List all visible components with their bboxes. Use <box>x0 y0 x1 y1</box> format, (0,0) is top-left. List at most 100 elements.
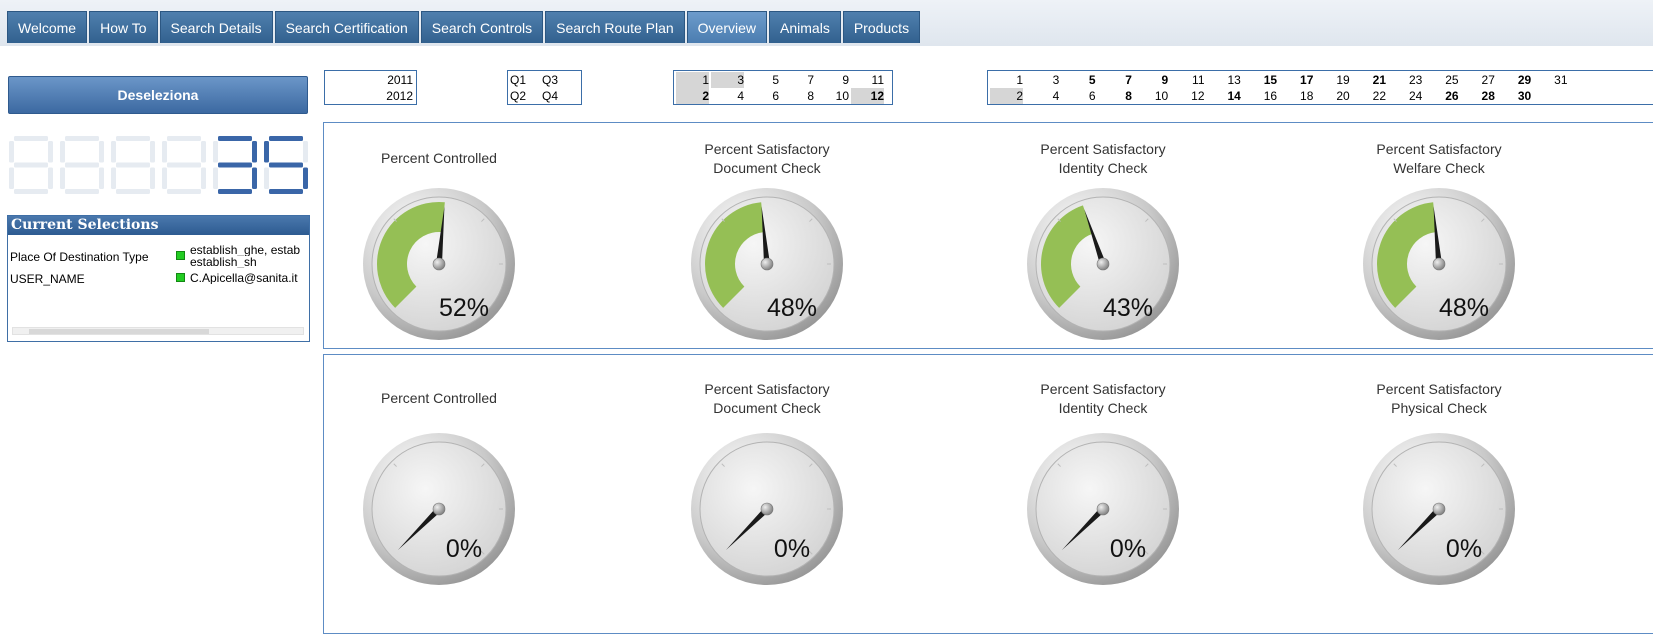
counter-digit <box>264 136 308 194</box>
year-item[interactable]: 2011 <box>325 72 413 88</box>
day-item[interactable]: 25 <box>1426 72 1458 88</box>
day-item[interactable]: 22 <box>1353 88 1386 104</box>
gauge-hub <box>432 502 446 516</box>
quarter-item[interactable]: Q2 <box>510 88 538 104</box>
selection-state-indicator <box>176 273 185 282</box>
tab-search-certification[interactable]: Search Certification <box>274 11 419 43</box>
horizontal-scrollbar[interactable] <box>12 327 304 335</box>
day-item[interactable]: 16 <box>1244 88 1277 104</box>
gauge-panel-top: Percent Controlled 52% Percent Satisfacto… <box>323 122 1653 349</box>
gauge-title-line: Percent Satisfactory <box>1376 381 1502 397</box>
month-item[interactable]: 2 <box>676 88 709 104</box>
gauge-hub <box>760 257 774 271</box>
selection-value: establish_sh <box>190 256 257 268</box>
day-item[interactable]: 4 <box>1026 88 1060 104</box>
month-item[interactable]: 4 <box>711 88 744 104</box>
deselect-button[interactable]: Deseleziona <box>8 76 308 114</box>
gauge-hub <box>1096 257 1110 271</box>
day-item[interactable]: 15 <box>1244 72 1277 88</box>
day-item[interactable]: 7 <box>1099 72 1132 88</box>
month-item[interactable]: 5 <box>746 72 779 88</box>
gauge-panel-bottom: Percent Controlled 0% Percent Satisfactor… <box>323 354 1653 634</box>
tab-search-controls[interactable]: Search Controls <box>420 11 544 43</box>
gauge-title: Percent Satisfactory Physical Check <box>1324 380 1554 418</box>
day-item[interactable]: 14 <box>1208 88 1240 104</box>
tab-how-to[interactable]: How To <box>89 11 158 43</box>
gauge-value-label: 43% <box>1102 294 1154 322</box>
month-item[interactable]: 9 <box>816 72 849 88</box>
month-item[interactable]: 7 <box>781 72 814 88</box>
day-item[interactable]: 23 <box>1389 72 1422 88</box>
month-listbox[interactable]: 1 3 5 7 9 11 2 4 6 8 10 12 <box>673 70 893 105</box>
day-item[interactable]: 29 <box>1498 72 1531 88</box>
day-item[interactable]: 9 <box>1135 72 1169 88</box>
gauge-value-label: 0% <box>773 535 811 563</box>
gauge-title-line: Percent Satisfactory <box>1376 141 1502 157</box>
counter-digit <box>9 136 53 194</box>
year-item[interactable]: 2012 <box>325 88 413 104</box>
day-item[interactable]: 20 <box>1317 88 1349 104</box>
selection-value: establish_ghe, estab <box>190 244 301 256</box>
day-item[interactable]: 2 <box>990 88 1023 104</box>
gauge-title: Percent Controlled <box>324 389 554 408</box>
day-item[interactable]: 10 <box>1135 88 1168 104</box>
quarter-item[interactable]: Q4 <box>542 88 570 104</box>
month-item[interactable]: 10 <box>816 88 849 104</box>
day-item[interactable]: 1 <box>990 72 1023 88</box>
gauge-title-line: Document Check <box>713 160 821 176</box>
day-item[interactable]: 31 <box>1535 72 1567 88</box>
month-item[interactable]: 8 <box>781 88 814 104</box>
gauge-title-line: Percent Satisfactory <box>704 381 830 397</box>
gauge-title: Percent Satisfactory Identity Check <box>988 380 1218 418</box>
day-item[interactable]: 18 <box>1280 88 1313 104</box>
day-item[interactable]: 11 <box>1172 72 1204 88</box>
day-item[interactable]: 17 <box>1280 72 1313 88</box>
counter-digit <box>162 136 206 194</box>
quarter-listbox[interactable]: Q1 Q3 Q2 Q4 <box>507 70 582 105</box>
tab-welcome[interactable]: Welcome <box>7 11 88 43</box>
tab-search-details[interactable]: Search Details <box>159 11 273 43</box>
gauge-value-label: 48% <box>1438 294 1490 322</box>
day-item[interactable]: 24 <box>1389 88 1422 104</box>
scrollbar-thumb[interactable] <box>29 329 209 334</box>
month-item[interactable]: 6 <box>746 88 779 104</box>
day-item[interactable]: 5 <box>1063 72 1096 88</box>
month-item[interactable]: 11 <box>851 72 884 88</box>
month-item[interactable]: 1 <box>676 72 709 88</box>
selection-state-indicator <box>176 251 185 260</box>
gauge-hub <box>760 502 774 516</box>
gauge-title: Percent Satisfactory Document Check <box>652 140 882 178</box>
gauge-hub <box>1432 257 1446 271</box>
day-item[interactable]: 13 <box>1208 72 1240 88</box>
tab-products[interactable]: Products <box>842 11 921 43</box>
tab-overview[interactable]: Overview <box>686 11 768 43</box>
gauge-title-line: Identity Check <box>1058 160 1148 176</box>
day-item[interactable]: 27 <box>1462 72 1495 88</box>
tab-animals[interactable]: Animals <box>769 11 841 43</box>
day-item[interactable]: 30 <box>1498 88 1531 104</box>
gauge-value-label: 0% <box>1445 535 1483 563</box>
day-item[interactable]: 8 <box>1099 88 1132 104</box>
day-listbox[interactable]: 1 3 5 7 9 11 13 15 17 19 21 23 25 27 29 31 2 4 6 8 10 12 14 16 1… <box>987 70 1653 105</box>
month-item[interactable]: 12 <box>851 88 884 104</box>
selection-field: Place Of Destination Type <box>10 250 149 264</box>
year-listbox[interactable]: 2011 2012 <box>324 70 417 105</box>
gauge-title: Percent Satisfactory Document Check <box>652 380 882 418</box>
day-item[interactable]: 6 <box>1063 88 1096 104</box>
gauge-title-line: Percent Controlled <box>381 150 497 166</box>
day-item[interactable]: 12 <box>1172 88 1204 104</box>
gauge-title: Percent Controlled <box>324 149 554 168</box>
day-item[interactable]: 26 <box>1426 88 1458 104</box>
quarter-item[interactable]: Q3 <box>542 72 570 88</box>
gauge-hub <box>1096 502 1110 516</box>
day-item[interactable]: 19 <box>1317 72 1349 88</box>
day-item[interactable]: 3 <box>1026 72 1060 88</box>
month-item[interactable]: 3 <box>711 72 744 88</box>
gauge-title-line: Document Check <box>713 400 821 416</box>
day-item[interactable]: 28 <box>1462 88 1495 104</box>
tab-search-route-plan[interactable]: Search Route Plan <box>545 11 685 43</box>
gauge-value-label: 0% <box>445 535 483 563</box>
quarter-item[interactable]: Q1 <box>510 72 538 88</box>
gauge-hub <box>432 257 446 271</box>
day-item[interactable]: 21 <box>1353 72 1386 88</box>
